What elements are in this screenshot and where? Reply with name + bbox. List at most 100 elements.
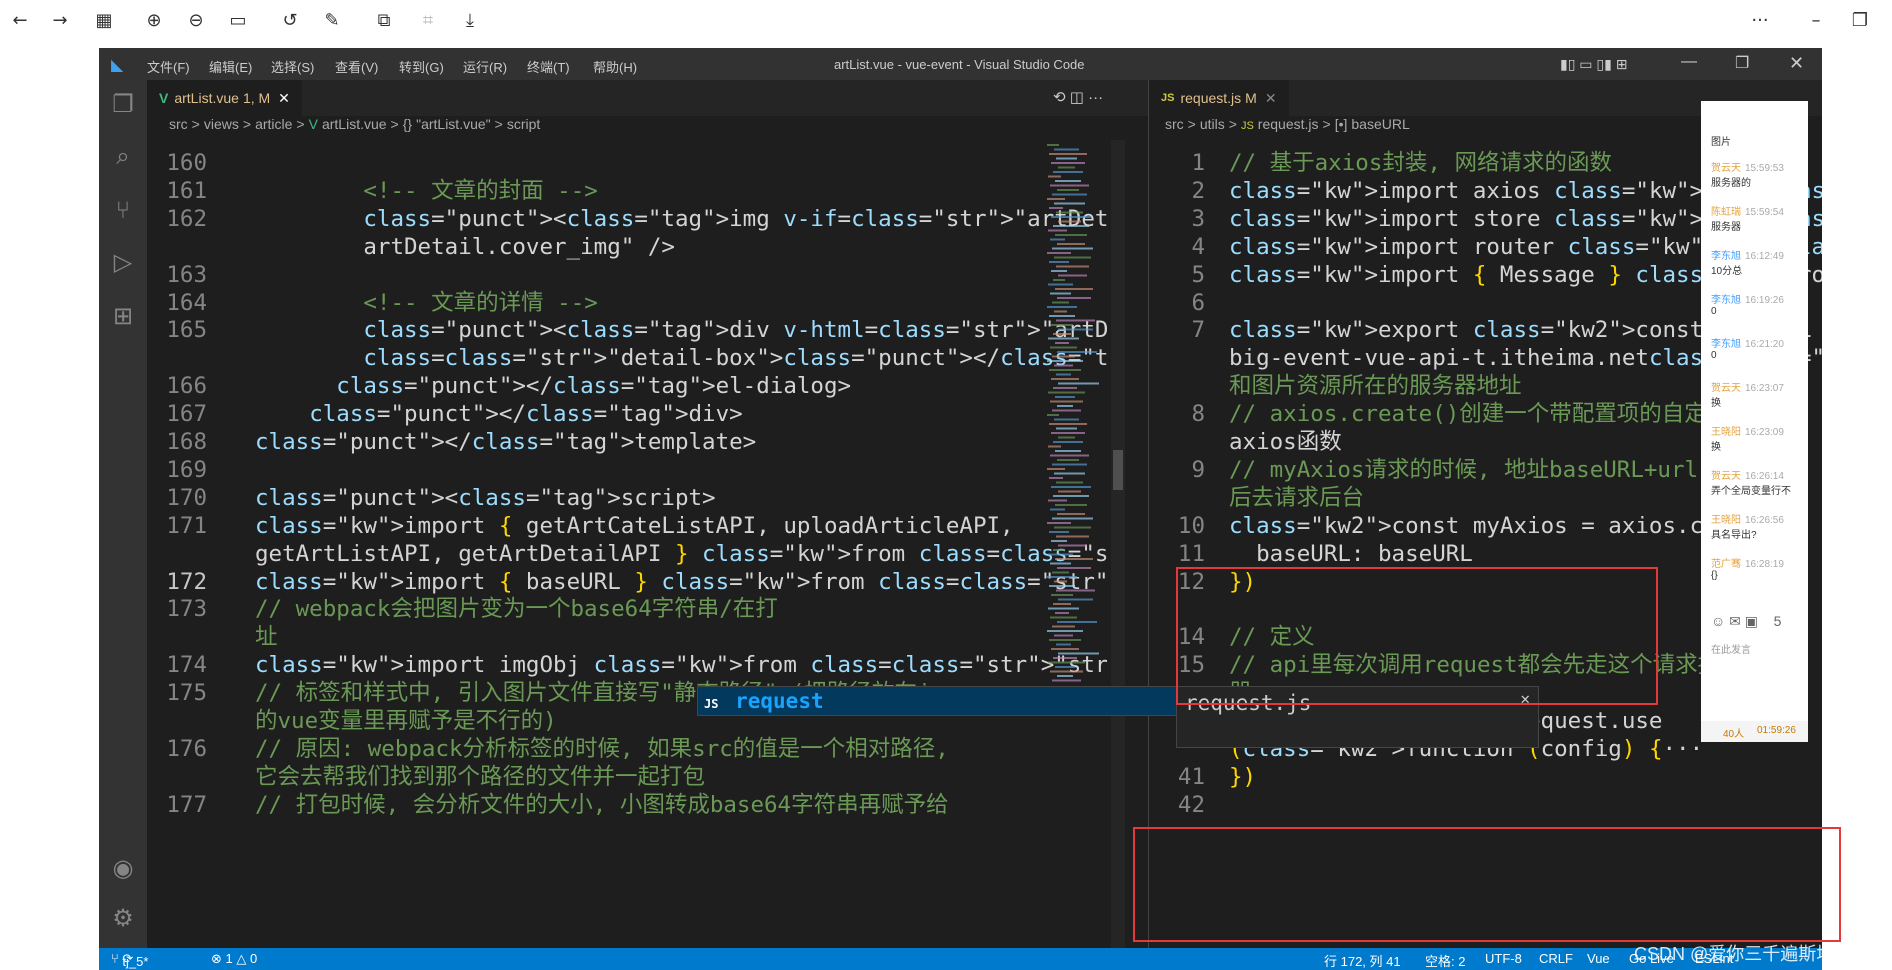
menu-go[interactable]: 转到(G) bbox=[399, 57, 444, 76]
explorer-icon[interactable]: ❐ bbox=[109, 90, 137, 118]
title-bar: ◣ 文件(F) 编辑(E) 选择(S) 查看(V) 转到(G) 运行(R) 终端… bbox=[99, 48, 1822, 80]
line-number: 175 bbox=[166, 680, 207, 707]
menu-edit[interactable]: 编辑(E) bbox=[209, 57, 252, 76]
chat-input[interactable]: 在此发言 bbox=[1711, 641, 1751, 656]
breadcrumb-item[interactable]: [•] bbox=[1335, 116, 1348, 132]
editor-left[interactable]: 160 161 <!-- 文章的封面 --> 162 class="punct"><… bbox=[147, 140, 1107, 948]
chat-time: 15:59:54 bbox=[1745, 207, 1784, 218]
chat-tools-icons[interactable]: ☺ ✉ ▣ 5 bbox=[1711, 613, 1781, 630]
run-debug-icon[interactable]: ▷ bbox=[109, 248, 137, 276]
breadcrumb-item[interactable]: request.js bbox=[1258, 116, 1319, 132]
tab-request-js[interactable]: JS request.js M ✕ bbox=[1149, 80, 1289, 116]
close-tab-icon[interactable]: ✕ bbox=[278, 90, 290, 107]
zoom-out-icon[interactable]: ⊖ bbox=[182, 6, 210, 34]
indent-status[interactable]: 空格: 2 bbox=[1425, 951, 1465, 970]
breadcrumb-item[interactable]: {} bbox=[403, 116, 412, 132]
minimap-stripe bbox=[1051, 486, 1091, 488]
breadcrumb-item[interactable]: artList.vue bbox=[322, 116, 387, 132]
encoding-status[interactable]: UTF-8 bbox=[1485, 951, 1522, 966]
source-control-icon[interactable]: ⑂ bbox=[109, 196, 137, 224]
fit-icon[interactable]: ▭ bbox=[224, 6, 252, 34]
minimap-stripe bbox=[1057, 351, 1097, 353]
chat-message: 李东旭 16:21:20 0 bbox=[1711, 335, 1803, 361]
minimap-stripe bbox=[1050, 184, 1089, 187]
eol-status[interactable]: CRLF bbox=[1539, 951, 1573, 966]
breadcrumb-item[interactable]: V bbox=[309, 116, 318, 132]
restore-icon[interactable]: ❐ bbox=[1846, 6, 1874, 34]
close-window-icon[interactable]: ✕ bbox=[1789, 53, 1804, 74]
suggest-item-request[interactable]: JS request bbox=[697, 686, 1177, 716]
minimap-stripe bbox=[1058, 382, 1099, 385]
breadcrumb-item[interactable]: utils bbox=[1200, 116, 1225, 132]
minimap-stripe bbox=[1050, 346, 1077, 349]
breadcrumb-item[interactable]: src bbox=[1165, 116, 1184, 132]
chat-text: 服务器的 bbox=[1711, 178, 1751, 189]
problems-status[interactable]: ⊗ 1 △ 0 bbox=[211, 951, 257, 967]
breadcrumb-item[interactable]: baseURL bbox=[1351, 116, 1409, 132]
minimap-stripe bbox=[1049, 207, 1063, 209]
chat-text: 具名导出? bbox=[1711, 530, 1757, 541]
edit-icon[interactable]: ✎ bbox=[318, 6, 346, 34]
minimap-stripe bbox=[1056, 535, 1089, 538]
minimap-left[interactable] bbox=[1043, 140, 1103, 948]
back-icon[interactable]: ← bbox=[6, 6, 34, 34]
menu-selection[interactable]: 选择(S) bbox=[271, 57, 314, 76]
rotate-icon[interactable]: ↺ bbox=[276, 6, 304, 34]
breadcrumb-item[interactable]: src bbox=[169, 116, 188, 132]
chat-message: 贺云天 16:23:07 换 bbox=[1711, 379, 1803, 409]
scrollbar-left[interactable] bbox=[1111, 140, 1125, 948]
minimap-stripe bbox=[1057, 567, 1091, 569]
grid-icon[interactable]: ▦ bbox=[90, 6, 118, 34]
scrollbar-thumb[interactable] bbox=[1113, 450, 1123, 490]
download-icon[interactable]: ⤓ bbox=[456, 6, 484, 34]
extensions-icon[interactable]: ⊞ bbox=[109, 302, 137, 330]
menu-run[interactable]: 运行(R) bbox=[463, 57, 507, 76]
breadcrumb-item[interactable]: views bbox=[204, 116, 239, 132]
minimap-stripe bbox=[1050, 616, 1077, 619]
minimap-stripe bbox=[1052, 517, 1093, 520]
forward-icon[interactable]: → bbox=[46, 6, 74, 34]
chat-sender: 贺云天 bbox=[1711, 471, 1741, 482]
minimize-icon[interactable]: – bbox=[1802, 6, 1830, 34]
branch-status[interactable]: ⑂ tj_5* ⟳ bbox=[111, 951, 148, 969]
editor-actions-icons[interactable]: ⟲ ◫ ··· bbox=[1053, 88, 1103, 106]
breadcrumb-item[interactable]: "artList.vue" bbox=[416, 116, 491, 132]
account-icon[interactable]: ◉ bbox=[109, 854, 137, 882]
menu-file[interactable]: 文件(F) bbox=[147, 57, 190, 76]
minimize-window-icon[interactable]: — bbox=[1681, 53, 1697, 71]
layout-toggle-icons[interactable]: ▮▯ ▭ ▯▮ ⊞ bbox=[1560, 56, 1627, 73]
menu-help[interactable]: 帮助(H) bbox=[593, 57, 637, 76]
minimap-stripe bbox=[1052, 355, 1075, 358]
menu-terminal[interactable]: 终端(T) bbox=[527, 57, 570, 76]
menu-view[interactable]: 查看(V) bbox=[335, 57, 378, 76]
chat-message: 范广骞 16:28:19 {} bbox=[1711, 555, 1803, 581]
search-icon[interactable]: ⌕ bbox=[109, 142, 137, 170]
minimap-stripe bbox=[1058, 544, 1087, 547]
cursor-position[interactable]: 行 172, 列 41 bbox=[1324, 951, 1401, 970]
crop-icon[interactable]: ⌗ bbox=[414, 6, 442, 34]
minimap-stripe bbox=[1049, 639, 1081, 641]
breadcrumb-item[interactable]: article bbox=[255, 116, 292, 132]
settings-gear-icon[interactable]: ⚙ bbox=[109, 904, 137, 932]
minimap-stripe bbox=[1050, 400, 1083, 403]
minimap-stripe bbox=[1048, 337, 1079, 340]
zoom-in-icon[interactable]: ⊕ bbox=[140, 6, 168, 34]
minimap-stripe bbox=[1048, 553, 1073, 556]
line-number: 171 bbox=[166, 512, 207, 539]
restore-window-icon[interactable]: ❐ bbox=[1735, 53, 1749, 73]
breadcrumb-item[interactable]: JS bbox=[1241, 120, 1254, 132]
minimap-stripe bbox=[1049, 585, 1075, 587]
breadcrumb-item[interactable]: script bbox=[507, 116, 540, 132]
chat-message: 王晓阳 16:26:56 具名导出? bbox=[1711, 511, 1803, 541]
minimap-stripe bbox=[1048, 283, 1073, 286]
language-status[interactable]: Vue bbox=[1587, 951, 1610, 966]
more-icon[interactable]: ··· bbox=[1746, 6, 1774, 34]
tab-artlist-vue[interactable]: V artList.vue 1, M ✕ bbox=[147, 80, 302, 116]
chat-text: 服务器 bbox=[1711, 222, 1741, 233]
minimap-stripe bbox=[1056, 589, 1095, 592]
minimap-stripe bbox=[1052, 409, 1081, 412]
close-tab-icon[interactable]: ✕ bbox=[1265, 90, 1277, 107]
js-suggest-icon: JS bbox=[704, 697, 719, 711]
copy-icon[interactable]: ⧉ bbox=[370, 6, 398, 34]
minimap-stripe bbox=[1058, 220, 1081, 223]
